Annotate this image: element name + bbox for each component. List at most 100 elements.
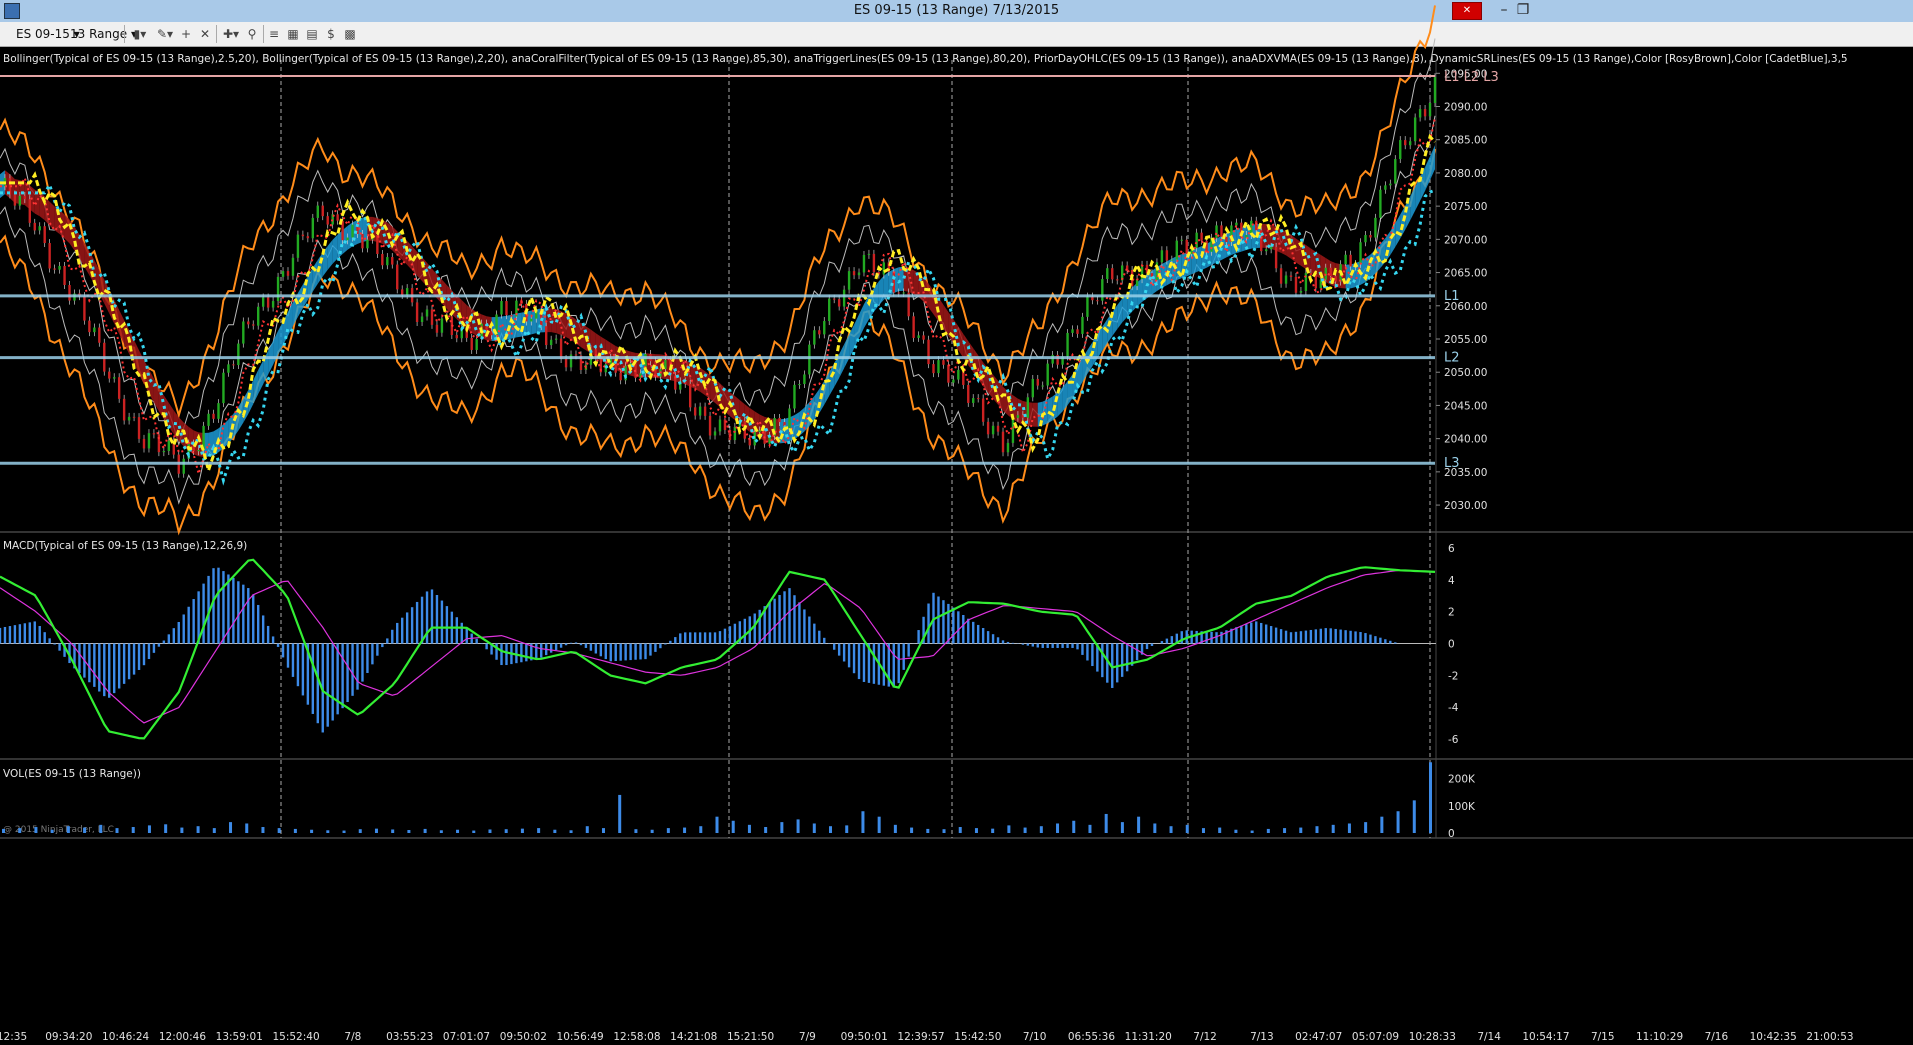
- candle-body: [837, 299, 841, 307]
- macd-histogram-bar: [1205, 631, 1208, 644]
- volume-bar: [666, 828, 670, 833]
- macd-histogram-bar: [28, 622, 31, 644]
- macd-histogram-bar: [1279, 629, 1283, 644]
- time-tick-label: 12:00:46: [159, 1031, 206, 1043]
- macd-histogram-bar: [187, 606, 190, 644]
- macd-histogram-bar: [1041, 643, 1044, 648]
- volume-bar: [196, 826, 200, 833]
- macd-histogram-bar: [768, 602, 771, 644]
- coral-ribbon-segment: [1067, 374, 1073, 406]
- volume-bar: [164, 824, 168, 833]
- candle-body: [212, 413, 215, 419]
- macd-histogram-bar: [942, 600, 945, 644]
- macd-histogram-bar: [823, 637, 826, 644]
- macd-histogram-bar: [1379, 637, 1382, 644]
- candle-body: [1106, 268, 1109, 280]
- macd-histogram-bar: [430, 589, 434, 644]
- macd-histogram-bar: [1165, 638, 1169, 644]
- volume-bar: [99, 824, 103, 833]
- macd-histogram-bar: [1344, 630, 1347, 644]
- candle-body: [574, 354, 578, 356]
- macd-histogram-bar: [361, 643, 364, 682]
- volume-bar: [277, 828, 281, 833]
- candle-body: [1264, 249, 1268, 252]
- candle-body: [1066, 332, 1069, 357]
- sr-label-l2: L2: [1444, 351, 1460, 366]
- macd-histogram-bar: [271, 636, 275, 644]
- price-tick-label: 2055.00: [1444, 334, 1487, 346]
- macd-histogram-bar: [23, 623, 27, 644]
- volume-bar: [585, 826, 589, 833]
- macd-histogram-bar: [113, 643, 116, 694]
- candle-body: [842, 289, 846, 307]
- candle-body: [197, 449, 200, 452]
- volume-bar: [1315, 826, 1319, 833]
- macd-histogram-bar: [1314, 629, 1318, 644]
- candle-body: [470, 337, 473, 350]
- macd-histogram-bar: [1240, 625, 1243, 644]
- candle-body: [1408, 141, 1412, 146]
- macd-histogram-bar: [649, 643, 652, 656]
- macd-histogram-bar: [659, 643, 662, 649]
- volume-bar: [18, 828, 22, 833]
- coral-ribbon-segment: [908, 267, 914, 294]
- candle-body: [351, 224, 354, 238]
- volume-bar: [1347, 823, 1351, 833]
- volume-bar: [1007, 825, 1011, 833]
- macd-histogram-bar: [1255, 621, 1258, 644]
- volume-tick-label: 0: [1448, 828, 1455, 840]
- coral-ribbon-segment: [824, 371, 830, 405]
- candle-body: [108, 371, 111, 379]
- candle-body: [182, 458, 185, 474]
- candle-body: [927, 339, 930, 365]
- coral-ribbon-segment: [59, 210, 65, 239]
- candle-body: [257, 306, 260, 326]
- candle-body: [301, 234, 305, 237]
- macd-histogram-bar: [1215, 632, 1218, 644]
- macd-histogram-bar: [33, 621, 36, 644]
- macd-histogram-bar: [13, 625, 17, 644]
- macd-histogram-bar: [296, 643, 300, 687]
- coral-ribbon-segment: [1117, 298, 1123, 330]
- candle-body: [366, 239, 369, 249]
- macd-histogram-bar: [818, 630, 821, 644]
- chart-canvas[interactable]: 2095.002090.002085.002080.002075.002070.…: [0, 0, 1913, 1045]
- coral-ribbon-segment: [878, 275, 884, 306]
- macd-histogram-bar: [972, 621, 975, 644]
- macd-histogram-bar: [276, 643, 280, 647]
- macd-histogram-bar: [713, 632, 717, 644]
- time-tick-label: 15:21:50: [727, 1031, 774, 1043]
- macd-histogram-bar: [252, 594, 255, 644]
- volume-bar: [245, 823, 249, 833]
- time-tick-label: 10:54:17: [1522, 1031, 1569, 1043]
- candle-body: [152, 433, 156, 435]
- macd-histogram-bar: [445, 606, 449, 644]
- macd-histogram-bar: [98, 643, 101, 692]
- candle-body: [291, 257, 295, 276]
- candle-body: [1195, 232, 1198, 248]
- coral-ribbon-segment: [839, 344, 845, 378]
- volume-bar: [683, 827, 687, 833]
- candle-body: [1399, 140, 1402, 160]
- time-tick-label: 7/15: [1591, 1031, 1615, 1043]
- candle-body: [1111, 268, 1114, 280]
- candle-body: [1081, 316, 1084, 334]
- macd-histogram-bar: [1145, 643, 1149, 650]
- macd-histogram-bar: [381, 643, 384, 648]
- volume-bar: [747, 824, 751, 833]
- candle-body: [430, 309, 434, 325]
- time-tick-label: 15:42:50: [954, 1031, 1001, 1043]
- macd-histogram-bar: [336, 643, 339, 715]
- macd-histogram-bar: [1011, 642, 1015, 644]
- candle-body: [13, 194, 17, 206]
- macd-histogram-bar: [654, 643, 657, 652]
- price-tick-label: 2040.00: [1444, 434, 1487, 446]
- volume-bar: [650, 829, 654, 833]
- candle-body: [381, 253, 384, 266]
- volume-bar: [1039, 826, 1043, 833]
- macd-histogram-bar: [311, 643, 315, 714]
- volume-bar: [796, 819, 800, 833]
- candle-body: [132, 416, 136, 418]
- candle-body: [510, 315, 513, 317]
- macd-histogram-bar: [147, 643, 151, 660]
